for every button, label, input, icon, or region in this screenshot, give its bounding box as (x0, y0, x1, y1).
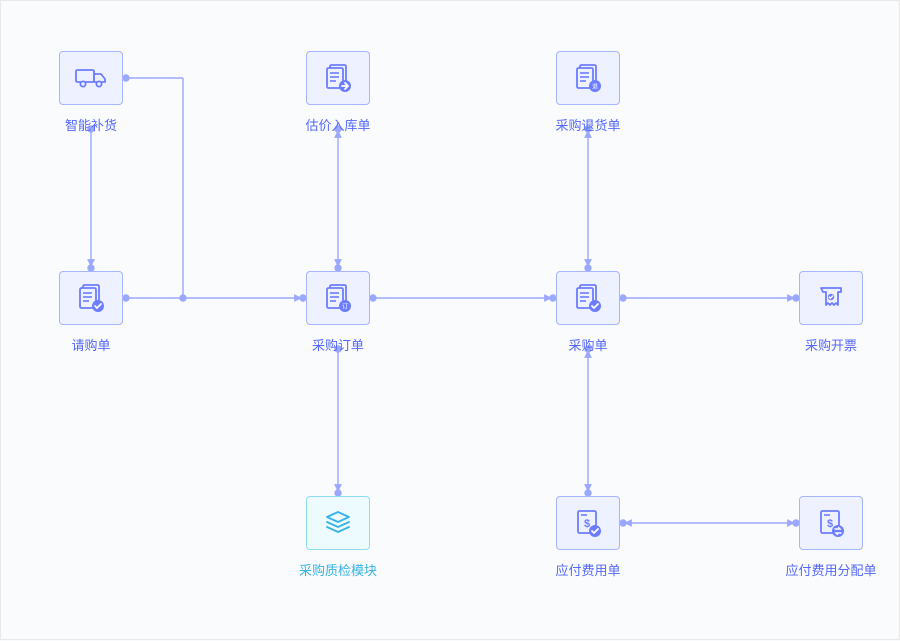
document-check-icon (556, 271, 620, 325)
node-label: 采购单 (533, 335, 643, 354)
svg-text:$: $ (827, 518, 833, 530)
node-label: 请购单 (36, 335, 146, 354)
node-invoice[interactable]: 采购开票 (776, 271, 886, 354)
node-payable[interactable]: $ 应付费用单 (533, 496, 643, 579)
document-arrow-icon (306, 51, 370, 105)
document-check-icon (59, 271, 123, 325)
node-qc-module[interactable]: 采购质检模块 (283, 496, 393, 579)
stack-icon (306, 496, 370, 550)
node-payable-alloc[interactable]: $ 应付费用分配单 (776, 496, 886, 579)
document-order-icon: 订 (306, 271, 370, 325)
node-label: 采购退货单 (533, 115, 643, 134)
node-purchase-return[interactable]: 退 采购退货单 (533, 51, 643, 134)
node-label: 应付费用分配单 (776, 560, 886, 579)
svg-text:订: 订 (342, 304, 348, 311)
node-label: 采购质检模块 (283, 560, 393, 579)
node-smart-restock[interactable]: 智能补货 (36, 51, 146, 134)
node-requisition[interactable]: 请购单 (36, 271, 146, 354)
node-label: 智能补货 (36, 115, 146, 134)
node-purchase[interactable]: 采购单 (533, 271, 643, 354)
svg-text:退: 退 (592, 83, 598, 91)
node-label: 应付费用单 (533, 560, 643, 579)
node-label: 采购订单 (283, 335, 393, 354)
document-money-icon: $ (556, 496, 620, 550)
svg-text:$: $ (584, 518, 590, 530)
receipt-icon (799, 271, 863, 325)
truck-icon (59, 51, 123, 105)
node-label: 估价入库单 (283, 115, 393, 134)
document-return-icon: 退 (556, 51, 620, 105)
node-purchase-order[interactable]: 订 采购订单 (283, 271, 393, 354)
node-label: 采购开票 (776, 335, 886, 354)
document-swap-icon: $ (799, 496, 863, 550)
node-estimate-inbound[interactable]: 估价入库单 (283, 51, 393, 134)
